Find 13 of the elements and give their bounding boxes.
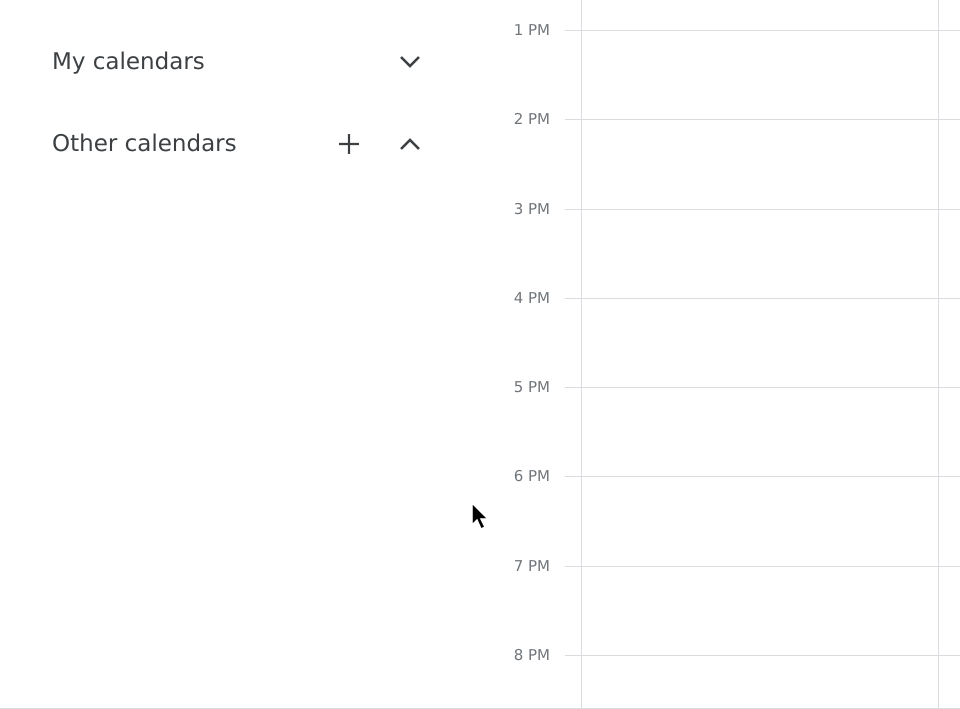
hour-label: 8 PM xyxy=(514,646,550,664)
hour-label: 4 PM xyxy=(514,288,550,307)
hour-label: 3 PM xyxy=(514,200,550,218)
section-title: Other calendars xyxy=(52,131,238,157)
plus-icon xyxy=(337,132,361,156)
section-title: My calendars xyxy=(52,49,206,75)
hour-label: 1 PM xyxy=(514,21,550,39)
chevron-icon xyxy=(399,137,421,151)
hour-label: 5 PM xyxy=(514,378,550,396)
hour-label: 7 PM xyxy=(514,556,550,575)
hour-label: 6 PM xyxy=(514,467,550,486)
hour-label: 2 PM xyxy=(514,110,550,128)
chevron-icon xyxy=(399,55,421,69)
